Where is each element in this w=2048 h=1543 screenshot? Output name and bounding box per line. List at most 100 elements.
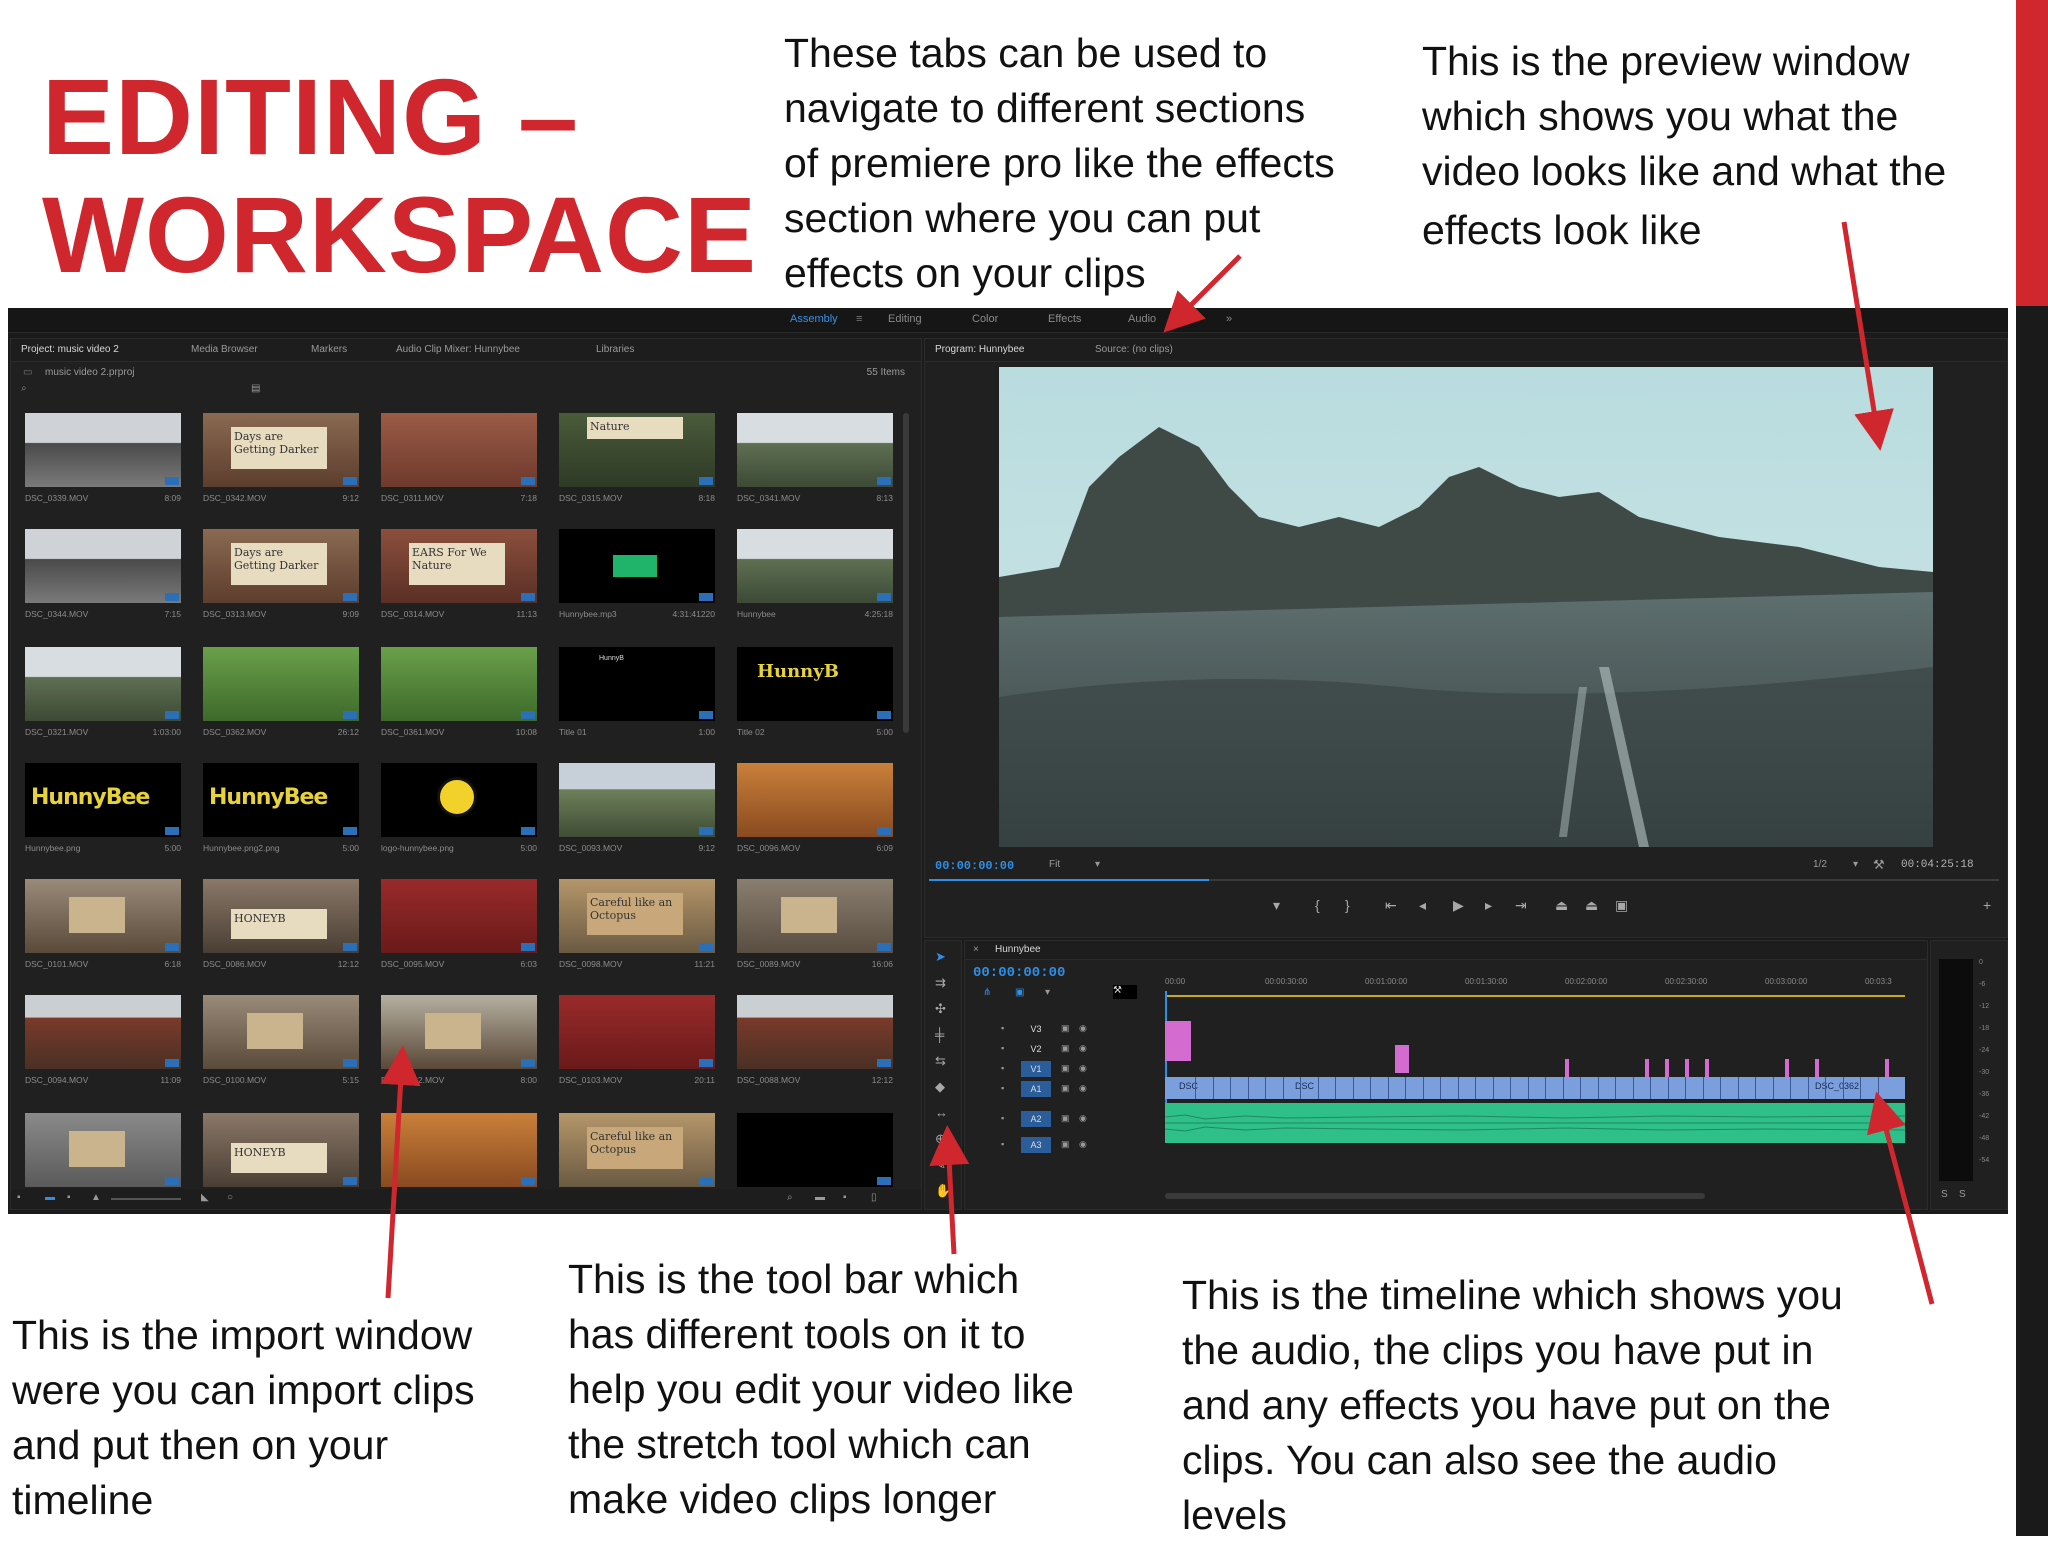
ripple-edit-tool-icon[interactable]: ✣ (935, 1001, 946, 1017)
title-clip[interactable] (1165, 1021, 1191, 1061)
clip-thumbnail[interactable] (559, 995, 715, 1069)
clip-thumbnail[interactable] (381, 763, 537, 837)
clip-thumbnail[interactable]: Days are Getting Darker (203, 413, 359, 487)
lock-icon[interactable]: ▪ (1001, 1139, 1004, 1149)
lock-icon[interactable]: ▪ (1001, 1083, 1004, 1093)
track-header[interactable]: ▪ A2 ▣ ◉ (995, 1111, 1155, 1127)
clip-thumbnail[interactable] (381, 413, 537, 487)
clip-thumbnail[interactable]: Nature (559, 413, 715, 487)
eye-icon[interactable]: ◉ (1079, 1063, 1087, 1074)
zoom-slider[interactable] (111, 1198, 181, 1200)
tab-project[interactable]: Project: music video 2 (21, 344, 119, 355)
new-item-icon[interactable]: ▪ (843, 1192, 847, 1203)
track-name[interactable]: V2 (1021, 1041, 1051, 1057)
clip-thumbnail[interactable] (381, 879, 537, 953)
hand-tool-icon[interactable]: ✋ (935, 1183, 951, 1199)
clip-thumbnail[interactable] (25, 529, 181, 603)
effect-marker[interactable] (1665, 1059, 1669, 1077)
resolution-select[interactable]: 1/2 (1813, 859, 1827, 870)
track-name[interactable]: A1 (1021, 1081, 1051, 1097)
search-icon[interactable]: ⌕ (21, 383, 27, 394)
clip-thumbnail[interactable] (737, 879, 893, 953)
bin-icon[interactable]: ▤ (251, 383, 260, 394)
mark-in-icon[interactable]: { (1315, 897, 1320, 913)
clip-thumbnail[interactable]: Careful like an Octopus (559, 1113, 715, 1187)
track-header[interactable]: ▪ V3 ▣ ◉ (995, 1021, 1155, 1037)
tab-menu-icon[interactable]: ≡ (856, 313, 862, 325)
eye-icon[interactable]: ◉ (1079, 1113, 1087, 1124)
clip-thumbnail[interactable] (559, 529, 715, 603)
clip-thumbnail[interactable]: HunnyB (559, 647, 715, 721)
tab-sequence[interactable]: Hunnybee (995, 944, 1041, 955)
slide-tool-icon[interactable]: ⊕ (935, 1131, 946, 1147)
sort-icon[interactable]: ◣ (201, 1192, 209, 1203)
tab-program[interactable]: Program: Hunnybee (935, 344, 1025, 355)
step-forward-icon[interactable]: ▸ (1485, 897, 1492, 914)
clip-thumbnail[interactable]: Days are Getting Darker (203, 529, 359, 603)
pen-tool-icon[interactable]: ✎ (935, 1157, 946, 1173)
effect-marker[interactable] (1785, 1059, 1789, 1077)
toggle-output-icon[interactable]: ▣ (1061, 1063, 1070, 1074)
go-to-out-icon[interactable]: ⇥ (1515, 897, 1527, 914)
track-name[interactable]: V1 (1021, 1061, 1051, 1077)
rolling-edit-tool-icon[interactable]: ╪ (935, 1027, 944, 1042)
tab-source[interactable]: Source: (no clips) (1095, 344, 1173, 355)
track-name[interactable]: V3 (1021, 1021, 1051, 1037)
eye-icon[interactable]: ◉ (1079, 1139, 1087, 1150)
clip-thumbnail[interactable] (737, 995, 893, 1069)
close-icon[interactable]: × (973, 944, 979, 955)
add-marker-icon[interactable]: ▾ (1273, 897, 1280, 914)
time-ruler[interactable]: 00:00 00:00:30:00 00:01:00:00 00:01:30:00 00… (1165, 977, 1905, 991)
lock-icon[interactable]: ▪ (1001, 1063, 1004, 1073)
program-timecode[interactable]: 00:00:00:00 (935, 859, 1014, 873)
toggle-output-icon[interactable]: ▣ (1061, 1023, 1070, 1034)
clip-thumbnail[interactable] (737, 763, 893, 837)
clip-thumbnail[interactable]: HunnyB (737, 647, 893, 721)
solo-icon[interactable]: S (1941, 1189, 1948, 1200)
new-bin-icon[interactable]: ▬ (815, 1192, 825, 1203)
tab-markers[interactable]: Markers (311, 344, 347, 355)
eye-icon[interactable]: ◉ (1079, 1043, 1087, 1054)
effect-marker[interactable] (1885, 1059, 1889, 1077)
trash-icon[interactable]: ▯ (871, 1192, 877, 1203)
clip-thumbnail[interactable]: HunnyBee (25, 763, 181, 837)
lift-icon[interactable]: ⏏ (1555, 897, 1568, 914)
go-to-in-icon[interactable]: ⇤ (1385, 897, 1397, 914)
sequence-timecode[interactable]: 00:00:00:00 (973, 965, 1065, 981)
effect-marker[interactable] (1645, 1059, 1649, 1077)
clip-thumbnail[interactable]: HONEYB (203, 879, 359, 953)
clip-thumbnail[interactable] (203, 995, 359, 1069)
track-header[interactable]: ▪ V1 ▣ ◉ (995, 1061, 1155, 1077)
list-view-icon[interactable]: ▬ (45, 1192, 55, 1203)
selection-tool-icon[interactable]: ➤ (935, 949, 946, 965)
clip-thumbnail[interactable] (203, 647, 359, 721)
step-back-icon[interactable]: ◂ (1419, 897, 1426, 914)
clip-thumbnail[interactable] (737, 1113, 893, 1187)
project-scrollbar[interactable] (903, 413, 909, 733)
extract-icon[interactable]: ⏏ (1585, 897, 1598, 914)
export-frame-icon[interactable]: ▣ (1615, 897, 1628, 914)
tab-audio-clip-mixer[interactable]: Audio Clip Mixer: Hunnybee (396, 344, 520, 355)
video-track-v1-clips[interactable]: DSC DSC DSC_0362 (1165, 1077, 1905, 1099)
wrench-icon[interactable]: ⚒ (1113, 985, 1137, 999)
clip-thumbnail[interactable] (25, 1113, 181, 1187)
effect-marker[interactable] (1685, 1059, 1689, 1077)
add-marker-icon[interactable]: ▾ (1045, 987, 1050, 998)
lock-icon[interactable]: ▪ (1001, 1023, 1004, 1033)
effect-marker[interactable] (1815, 1059, 1819, 1077)
tab-assembly[interactable]: Assembly (790, 313, 838, 325)
clip-thumbnail[interactable]: Careful like an Octopus (559, 879, 715, 953)
slip-tool-icon[interactable]: ↔ (935, 1105, 948, 1120)
effect-marker[interactable] (1705, 1059, 1709, 1077)
toggle-output-icon[interactable]: ▣ (1061, 1113, 1070, 1124)
mark-out-icon[interactable]: } (1345, 897, 1350, 913)
clip-thumbnail[interactable] (25, 647, 181, 721)
clip-thumbnail[interactable] (737, 413, 893, 487)
track-header[interactable]: ▪ A3 ▣ ◉ (995, 1137, 1155, 1153)
toggle-output-icon[interactable]: ▣ (1061, 1043, 1070, 1054)
chevron-down-icon[interactable]: ▾ (1853, 859, 1858, 870)
tab-editing[interactable]: Editing (888, 313, 922, 325)
toggle-output-icon[interactable]: ▣ (1061, 1083, 1070, 1094)
eye-icon[interactable]: ◉ (1079, 1023, 1087, 1034)
linked-selection-icon[interactable]: ▣ (1015, 987, 1024, 998)
